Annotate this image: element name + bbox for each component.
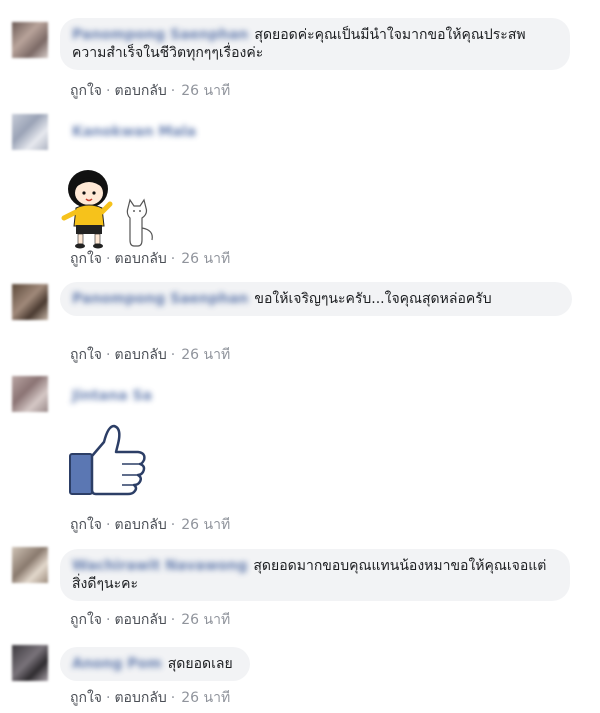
cartoon-girl-and-cat-sticker [61, 170, 153, 249]
comment-author-name[interactable]: Jintana Sa [72, 388, 152, 404]
comment-text: ขอให้เจริญๆนะครับ...ใจคุณสุดหล่อครับ [254, 291, 492, 307]
avatar[interactable] [12, 645, 48, 681]
avatar[interactable] [12, 284, 48, 320]
separator-dot: · [170, 517, 176, 533]
comment-timestamp[interactable]: 26 นาที [181, 612, 230, 628]
comment-bubble: Panompong Saenphan สุดยอดค่ะคุณเป็นมีนำใจ… [60, 18, 570, 70]
separator-dot: · [170, 690, 176, 706]
comment-actions: ถูกใจ · ตอบกลับ · 26 นาที [70, 687, 230, 709]
separator-dot: · [106, 517, 111, 533]
separator-dot: · [106, 690, 111, 706]
comment-actions: ถูกใจ · ตอบกลับ · 26 นาที [70, 248, 230, 270]
like-link[interactable]: ถูกใจ [70, 251, 102, 267]
separator-dot: · [170, 83, 176, 99]
comment-actions: ถูกใจ · ตอบกลับ · 26 นาที [70, 80, 230, 102]
like-link[interactable]: ถูกใจ [70, 347, 102, 363]
reply-link[interactable]: ตอบกลับ [114, 690, 166, 706]
comment: Wachirawit Navawong สุดยอดมากขอบคุณแทนน้อ… [0, 545, 600, 635]
comment-author-name[interactable]: Panompong Saenphan [72, 290, 248, 308]
like-link[interactable]: ถูกใจ [70, 517, 102, 533]
comment-timestamp[interactable]: 26 นาที [181, 83, 230, 99]
thumbs-up-sticker [69, 424, 146, 496]
avatar[interactable] [12, 114, 48, 150]
comment-timestamp[interactable]: 26 นาที [181, 517, 230, 533]
avatar[interactable] [12, 547, 48, 583]
reply-link[interactable]: ตอบกลับ [114, 83, 166, 99]
separator-dot: · [106, 251, 111, 267]
comment: Panompong Saenphan สุดยอดค่ะคุณเป็นมีนำใจ… [0, 0, 600, 100]
comment-actions: ถูกใจ · ตอบกลับ · 26 นาที [70, 514, 230, 536]
separator-dot: · [170, 347, 176, 363]
comment-author-name[interactable]: Panompong Saenphan [72, 26, 248, 44]
separator-dot: · [106, 612, 111, 628]
reply-link[interactable]: ตอบกลับ [114, 347, 166, 363]
comment-actions: ถูกใจ · ตอบกลับ · 26 นาที [70, 344, 230, 366]
separator-dot: · [106, 347, 111, 363]
like-link[interactable]: ถูกใจ [70, 690, 102, 706]
like-link[interactable]: ถูกใจ [70, 612, 102, 628]
comment: Jintana Sa ถูกใจ · ตอบกลับ · 26 นาที [0, 370, 600, 545]
comment-timestamp[interactable]: 26 นาที [181, 690, 230, 706]
comment-author-name[interactable]: Kanokwan Mala [72, 124, 196, 140]
comment-author-name[interactable]: Wachirawit Navawong [72, 557, 247, 575]
comment-bubble: Panompong Saenphan ขอให้เจริญๆนะครับ...ใจ… [60, 282, 572, 316]
comment-bubble: Wachirawit Navawong สุดยอดมากขอบคุณแทนน้อ… [60, 549, 570, 601]
comment-timestamp[interactable]: 26 นาที [181, 251, 230, 267]
avatar[interactable] [12, 376, 48, 412]
comment-bubble: Anong Pom สุดยอดเลย [60, 647, 250, 681]
comment-text: สุดยอดเลย [167, 656, 233, 672]
separator-dot: · [170, 251, 176, 267]
reply-link[interactable]: ตอบกลับ [114, 251, 166, 267]
reply-link[interactable]: ตอบกลับ [114, 517, 166, 533]
comment: Panompong Saenphan ขอให้เจริญๆนะครับ...ใจ… [0, 280, 600, 370]
reply-link[interactable]: ตอบกลับ [114, 612, 166, 628]
comment: Anong Pom สุดยอดเลย ถูกใจ · ตอบกลับ · 26 นาที [0, 635, 600, 713]
comment-timestamp[interactable]: 26 นาที [181, 347, 230, 363]
avatar[interactable] [12, 22, 48, 58]
like-link[interactable]: ถูกใจ [70, 83, 102, 99]
comment: Kanokwan Mala ถูกใจ · ตอบกลับ · 26 นาที [0, 100, 600, 280]
comment-author-name[interactable]: Anong Pom [72, 655, 162, 673]
comment-actions: ถูกใจ · ตอบกลับ · 26 นาที [70, 609, 230, 631]
separator-dot: · [170, 612, 176, 628]
separator-dot: · [106, 83, 111, 99]
